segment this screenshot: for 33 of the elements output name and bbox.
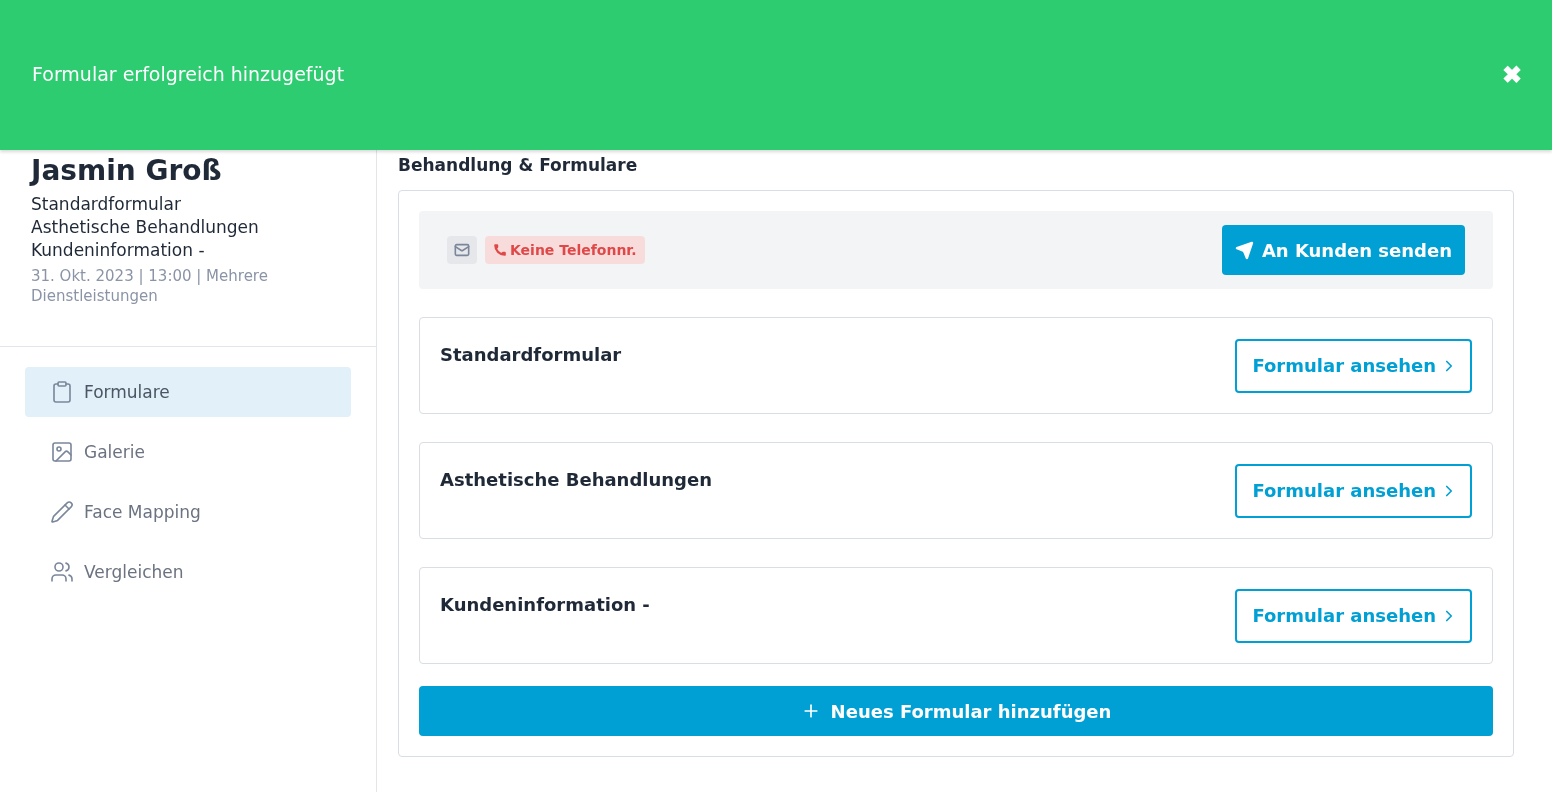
sidebar-label: Face Mapping bbox=[84, 502, 201, 522]
form-name: Kundeninformation - bbox=[31, 239, 206, 262]
sidebar-item[interactable]: Formulare bbox=[25, 367, 351, 417]
add-form-button[interactable]: Neues Formular hinzufügen bbox=[419, 686, 1493, 736]
form-name: Asthetische Behandlungen bbox=[31, 216, 260, 239]
sidebar-item[interactable]: Galerie bbox=[25, 427, 351, 477]
form-title: Asthetische Behandlungen bbox=[440, 469, 712, 490]
mail-icon bbox=[454, 242, 470, 258]
image-icon bbox=[50, 440, 74, 464]
section-title: Behandlung & Formulare bbox=[398, 154, 639, 177]
sidebar-item[interactable]: Vergleichen bbox=[25, 547, 351, 597]
sidebar-label: Formulare bbox=[84, 382, 170, 402]
view-form-button[interactable]: Formular ansehen bbox=[1235, 588, 1472, 643]
view-form-button[interactable]: Formular ansehen bbox=[1235, 338, 1472, 393]
phone-badge: Keine Telefonnr. bbox=[485, 236, 645, 264]
sidebar-label: Galerie bbox=[84, 442, 145, 462]
clipboard-icon bbox=[50, 380, 74, 404]
send-icon bbox=[1234, 240, 1254, 260]
phone-icon bbox=[493, 243, 507, 257]
form-title: Kundeninformation - bbox=[440, 594, 650, 615]
client-name: Jasmin Groß bbox=[31, 153, 223, 189]
sidebar-label: Vergleichen bbox=[84, 562, 184, 582]
mail-button[interactable] bbox=[447, 236, 477, 264]
pencil-icon bbox=[50, 500, 74, 524]
form-name: Standardformular bbox=[31, 193, 182, 216]
toast-message: Formular erfolgreich hinzugefügt bbox=[32, 63, 345, 85]
sidebar-item[interactable]: Face Mapping bbox=[25, 487, 351, 537]
form-title: Standardformular bbox=[440, 344, 622, 365]
users-icon bbox=[50, 560, 74, 584]
appointment-info: 31. Okt. 2023 | 13:00 | Mehrere Dienstleistungen bbox=[31, 266, 269, 306]
view-form-button[interactable]: Formular ansehen bbox=[1235, 463, 1472, 518]
close-button[interactable]: ✖ bbox=[1502, 61, 1522, 89]
send-button[interactable]: An Kunden senden bbox=[1221, 225, 1465, 275]
